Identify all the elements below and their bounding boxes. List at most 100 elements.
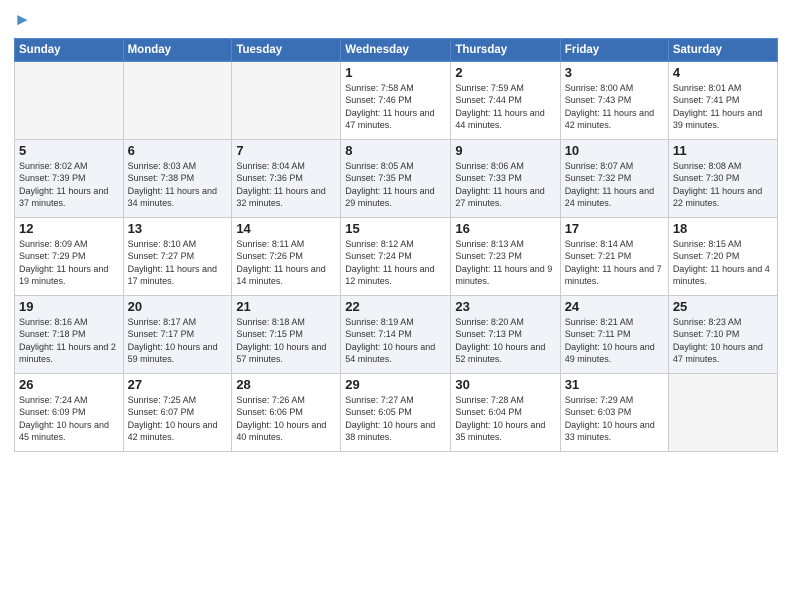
calendar-cell: 15 Sunrise: 8:12 AMSunset: 7:24 PMDayligh… [341,217,451,295]
calendar-cell: 11 Sunrise: 8:08 AMSunset: 7:30 PMDayligh… [668,139,777,217]
day-info: Sunrise: 8:04 AMSunset: 7:36 PMDaylight:… [236,160,336,210]
calendar-cell: 5 Sunrise: 8:02 AMSunset: 7:39 PMDaylight… [15,139,124,217]
weekday-header-row: SundayMondayTuesdayWednesdayThursdayFrid… [15,38,778,61]
logo-text: ► [14,10,31,30]
weekday-header-thursday: Thursday [451,38,560,61]
day-info: Sunrise: 8:19 AMSunset: 7:14 PMDaylight:… [345,316,446,366]
weekday-header-sunday: Sunday [15,38,124,61]
calendar-cell: 22 Sunrise: 8:19 AMSunset: 7:14 PMDayligh… [341,295,451,373]
day-number: 16 [455,221,555,236]
day-number: 7 [236,143,336,158]
calendar-cell: 10 Sunrise: 8:07 AMSunset: 7:32 PMDayligh… [560,139,668,217]
calendar-cell: 29Sunrise: 7:27 AMSunset: 6:05 PMDayligh… [341,373,451,451]
calendar-cell: 14 Sunrise: 8:11 AMSunset: 7:26 PMDayligh… [232,217,341,295]
calendar-cell: 8 Sunrise: 8:05 AMSunset: 7:35 PMDaylight… [341,139,451,217]
calendar-cell: 30Sunrise: 7:28 AMSunset: 6:04 PMDayligh… [451,373,560,451]
day-info: Sunrise: 8:03 AMSunset: 7:38 PMDaylight:… [128,160,228,210]
calendar-cell: 12 Sunrise: 8:09 AMSunset: 7:29 PMDayligh… [15,217,124,295]
day-info: Sunrise: 8:13 AMSunset: 7:23 PMDaylight:… [455,238,555,288]
day-info: Sunrise: 8:12 AMSunset: 7:24 PMDaylight:… [345,238,446,288]
day-number: 24 [565,299,664,314]
day-number: 20 [128,299,228,314]
calendar-cell: 18 Sunrise: 8:15 AMSunset: 7:20 PMDayligh… [668,217,777,295]
day-number: 10 [565,143,664,158]
day-info: Sunrise: 7:29 AMSunset: 6:03 PMDaylight:… [565,394,664,444]
day-number: 27 [128,377,228,392]
calendar-cell: 2 Sunrise: 7:59 AMSunset: 7:44 PMDaylight… [451,61,560,139]
day-number: 11 [673,143,773,158]
calendar-week-5: 26 Sunrise: 7:24 AMSunset: 6:09 PMDayligh… [15,373,778,451]
day-number: 12 [19,221,119,236]
day-info: Sunrise: 8:15 AMSunset: 7:20 PMDaylight:… [673,238,773,288]
day-number: 25 [673,299,773,314]
day-number: 31 [565,377,664,392]
calendar-cell: 21Sunrise: 8:18 AMSunset: 7:15 PMDayligh… [232,295,341,373]
day-number: 14 [236,221,336,236]
day-info: Sunrise: 8:01 AMSunset: 7:41 PMDaylight:… [673,82,773,132]
calendar-cell: 24 Sunrise: 8:21 AMSunset: 7:11 PMDayligh… [560,295,668,373]
day-number: 3 [565,65,664,80]
day-number: 18 [673,221,773,236]
day-number: 23 [455,299,555,314]
day-number: 17 [565,221,664,236]
calendar-cell: 27 Sunrise: 7:25 AMSunset: 6:07 PMDayligh… [123,373,232,451]
calendar-cell: 1Sunrise: 7:58 AMSunset: 7:46 PMDaylight… [341,61,451,139]
day-number: 4 [673,65,773,80]
day-number: 8 [345,143,446,158]
day-info: Sunrise: 8:21 AMSunset: 7:11 PMDaylight:… [565,316,664,366]
calendar-cell: 16 Sunrise: 8:13 AMSunset: 7:23 PMDayligh… [451,217,560,295]
calendar-cell: 4 Sunrise: 8:01 AMSunset: 7:41 PMDaylight… [668,61,777,139]
day-info: Sunrise: 8:05 AMSunset: 7:35 PMDaylight:… [345,160,446,210]
day-number: 5 [19,143,119,158]
calendar-cell: 25 Sunrise: 8:23 AMSunset: 7:10 PMDayligh… [668,295,777,373]
calendar-cell: 6 Sunrise: 8:03 AMSunset: 7:38 PMDaylight… [123,139,232,217]
day-number: 29 [345,377,446,392]
day-info: Sunrise: 7:26 AMSunset: 6:06 PMDaylight:… [236,394,336,444]
day-info: Sunrise: 7:24 AMSunset: 6:09 PMDaylight:… [19,394,119,444]
day-info: Sunrise: 7:59 AMSunset: 7:44 PMDaylight:… [455,82,555,132]
calendar-cell [232,61,341,139]
logo: ► [14,10,31,30]
day-info: Sunrise: 8:20 AMSunset: 7:13 PMDaylight:… [455,316,555,366]
day-number: 28 [236,377,336,392]
day-info: Sunrise: 8:09 AMSunset: 7:29 PMDaylight:… [19,238,119,288]
calendar-cell: 7 Sunrise: 8:04 AMSunset: 7:36 PMDaylight… [232,139,341,217]
day-info: Sunrise: 7:28 AMSunset: 6:04 PMDaylight:… [455,394,555,444]
day-info: Sunrise: 8:02 AMSunset: 7:39 PMDaylight:… [19,160,119,210]
calendar-cell: 17 Sunrise: 8:14 AMSunset: 7:21 PMDayligh… [560,217,668,295]
day-number: 15 [345,221,446,236]
day-number: 21 [236,299,336,314]
calendar-cell: 31 Sunrise: 7:29 AMSunset: 6:03 PMDayligh… [560,373,668,451]
day-number: 6 [128,143,228,158]
day-info: Sunrise: 8:06 AMSunset: 7:33 PMDaylight:… [455,160,555,210]
weekday-header-monday: Monday [123,38,232,61]
calendar-cell: 13Sunrise: 8:10 AMSunset: 7:27 PMDayligh… [123,217,232,295]
calendar-cell [668,373,777,451]
day-number: 9 [455,143,555,158]
calendar-cell: 20 Sunrise: 8:17 AMSunset: 7:17 PMDayligh… [123,295,232,373]
day-info: Sunrise: 8:16 AMSunset: 7:18 PMDaylight:… [19,316,119,366]
calendar-cell: 26 Sunrise: 7:24 AMSunset: 6:09 PMDayligh… [15,373,124,451]
weekday-header-saturday: Saturday [668,38,777,61]
day-info: Sunrise: 8:08 AMSunset: 7:30 PMDaylight:… [673,160,773,210]
day-info: Sunrise: 8:14 AMSunset: 7:21 PMDaylight:… [565,238,664,288]
day-info: Sunrise: 8:17 AMSunset: 7:17 PMDaylight:… [128,316,228,366]
calendar-cell [123,61,232,139]
calendar-week-3: 12 Sunrise: 8:09 AMSunset: 7:29 PMDayligh… [15,217,778,295]
day-info: Sunrise: 7:58 AMSunset: 7:46 PMDaylight:… [345,82,446,132]
day-info: Sunrise: 7:25 AMSunset: 6:07 PMDaylight:… [128,394,228,444]
calendar-cell [15,61,124,139]
day-number: 13 [128,221,228,236]
day-info: Sunrise: 8:23 AMSunset: 7:10 PMDaylight:… [673,316,773,366]
day-number: 22 [345,299,446,314]
day-info: Sunrise: 8:07 AMSunset: 7:32 PMDaylight:… [565,160,664,210]
calendar-week-1: 1Sunrise: 7:58 AMSunset: 7:46 PMDaylight… [15,61,778,139]
day-number: 2 [455,65,555,80]
calendar-week-4: 19Sunrise: 8:16 AMSunset: 7:18 PMDayligh… [15,295,778,373]
calendar-cell: 28 Sunrise: 7:26 AMSunset: 6:06 PMDayligh… [232,373,341,451]
day-number: 26 [19,377,119,392]
page-container: ► SundayMondayTuesdayWednesdayThursdayFr… [0,0,792,612]
calendar-cell: 9 Sunrise: 8:06 AMSunset: 7:33 PMDaylight… [451,139,560,217]
day-info: Sunrise: 8:00 AMSunset: 7:43 PMDaylight:… [565,82,664,132]
day-info: Sunrise: 8:11 AMSunset: 7:26 PMDaylight:… [236,238,336,288]
